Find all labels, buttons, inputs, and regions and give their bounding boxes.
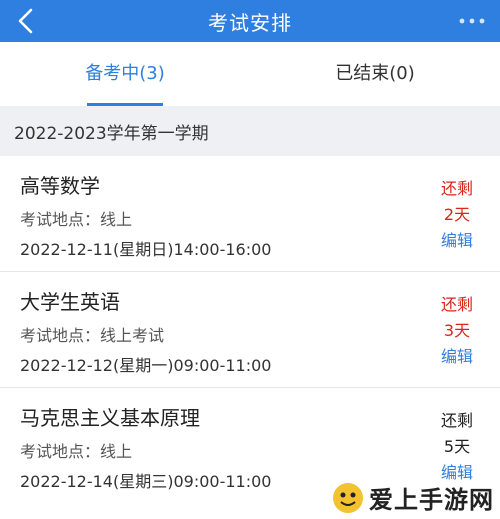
exam-time: 2022-12-14(星期三)09:00-11:00 bbox=[20, 472, 272, 491]
exam-name: 高等数学 bbox=[20, 174, 100, 198]
watermark-text: 爱上手游网 bbox=[369, 486, 494, 514]
exam-countdown: 还剩 2天 编辑 bbox=[434, 176, 480, 254]
watermark-logo-icon bbox=[333, 482, 363, 513]
exam-item[interactable]: 高等数学 考试地点：线上 2022-12-11(星期日)14:00-16:00 … bbox=[0, 156, 500, 272]
exam-list: 高等数学 考试地点：线上 2022-12-11(星期日)14:00-16:00 … bbox=[0, 156, 500, 504]
site-watermark: 爱上手游网 bbox=[331, 480, 494, 515]
tab-finished[interactable]: 已结束(0) bbox=[250, 42, 500, 106]
page-title: 考试安排 bbox=[208, 10, 292, 35]
exam-item[interactable]: 大学生英语 考试地点：线上考试 2022-12-12(星期一)09:00-11:… bbox=[0, 272, 500, 388]
more-button[interactable] bbox=[454, 8, 490, 34]
back-button[interactable] bbox=[8, 2, 44, 40]
exam-name: 大学生英语 bbox=[20, 290, 120, 314]
remain-days: 5天 bbox=[443, 437, 471, 456]
exam-name: 马克思主义基本原理 bbox=[20, 406, 200, 430]
app-header: 考试安排 bbox=[0, 0, 500, 42]
exam-countdown: 还剩 3天 编辑 bbox=[434, 292, 480, 370]
more-dots-icon bbox=[459, 18, 485, 24]
remain-label: 还剩 bbox=[440, 411, 473, 430]
exam-time: 2022-12-12(星期一)09:00-11:00 bbox=[20, 356, 272, 375]
remain-label: 还剩 bbox=[440, 179, 473, 198]
remain-days: 2天 bbox=[443, 205, 471, 224]
exam-place: 考试地点：线上 bbox=[20, 210, 133, 229]
exam-time: 2022-12-11(星期日)14:00-16:00 bbox=[20, 240, 272, 259]
exam-countdown: 还剩 5天 编辑 bbox=[434, 408, 480, 486]
semester-label: 2022-2023学年第一学期 bbox=[14, 123, 209, 144]
edit-button[interactable]: 编辑 bbox=[441, 228, 473, 254]
exam-status-tabs: 备考中(3) 已结束(0) bbox=[0, 42, 500, 106]
chevron-left-icon bbox=[18, 8, 33, 34]
tab-preparing[interactable]: 备考中(3) bbox=[0, 42, 250, 106]
edit-button[interactable]: 编辑 bbox=[441, 344, 473, 370]
tab-label: 已结束(0) bbox=[335, 63, 415, 84]
semester-header: 2022-2023学年第一学期 bbox=[0, 106, 500, 156]
tab-label: 备考中(3) bbox=[85, 63, 165, 84]
remain-days: 3天 bbox=[443, 321, 471, 340]
exam-place: 考试地点：线上考试 bbox=[20, 326, 165, 345]
remain-label: 还剩 bbox=[440, 295, 473, 314]
exam-place: 考试地点：线上 bbox=[20, 442, 133, 461]
